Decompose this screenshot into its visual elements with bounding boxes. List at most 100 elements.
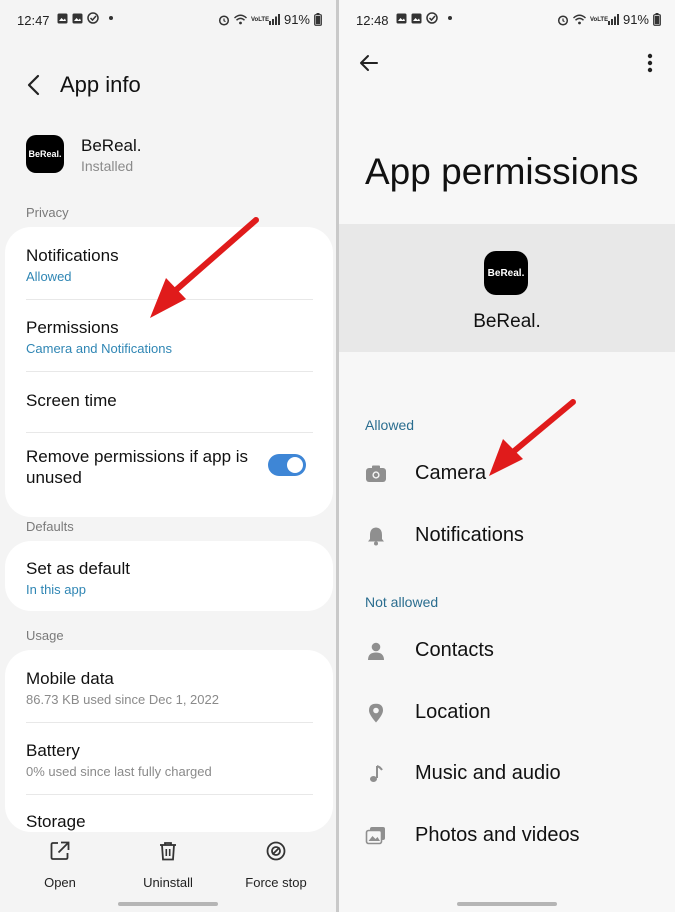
item-title: Screen time: [26, 391, 117, 410]
notification-icons: [396, 12, 452, 24]
item-subtitle: 86.73 KB used since Dec 1, 2022: [26, 692, 219, 707]
permission-contacts[interactable]: Contacts: [365, 633, 655, 669]
item-title: Notifications: [26, 246, 119, 265]
battery-percent: 91%: [622, 12, 649, 27]
app-logo: BeReal.: [484, 251, 528, 295]
permission-camera[interactable]: Camera: [365, 456, 655, 492]
battery-percent: 91%: [283, 12, 310, 27]
more-options-icon[interactable]: [647, 53, 653, 73]
divider: [26, 371, 313, 372]
music-note-icon: [365, 764, 387, 784]
gallery-notification-icon: [411, 13, 422, 24]
permissions-item[interactable]: Permissions Camera and Notifications: [26, 317, 313, 357]
notification-icons: [57, 12, 113, 24]
toggle-knob: [287, 457, 303, 473]
permission-music-audio[interactable]: Music and audio: [365, 756, 655, 792]
section-label-not-allowed: Not allowed: [365, 594, 439, 610]
page-title: App permissions: [365, 151, 639, 192]
permission-photos-videos[interactable]: Photos and videos: [365, 818, 655, 854]
section-label-defaults: Defaults: [26, 519, 74, 534]
permission-notifications[interactable]: Notifications: [365, 518, 655, 554]
storage-item[interactable]: Storage: [26, 811, 313, 832]
permission-label: Music and audio: [415, 762, 561, 784]
permission-label: Location: [415, 701, 491, 723]
defaults-card: Set as default In this app: [5, 541, 333, 611]
status-bar: 12:48 VoLTE 91%: [339, 0, 675, 40]
gesture-nav-pill[interactable]: [118, 902, 218, 906]
app-header-band: BeReal. BeReal.: [339, 224, 675, 352]
battery-item[interactable]: Battery 0% used since last fully charged: [26, 740, 313, 780]
app-info-screen: 12:47 VoLTE 91% App info BeReal. BeReal.…: [0, 0, 336, 912]
remove-unused-permissions-item[interactable]: Remove permissions if app is unused: [26, 446, 253, 488]
open-button[interactable]: Open: [15, 840, 105, 890]
photos-icon: [365, 826, 387, 846]
alarm-icon: [557, 14, 569, 26]
signal-icon: [268, 14, 280, 25]
uninstall-button[interactable]: Uninstall: [123, 840, 213, 890]
page-title: App info: [60, 72, 141, 97]
button-label: Uninstall: [143, 875, 193, 890]
permission-label: Contacts: [415, 639, 494, 661]
divider: [26, 722, 313, 723]
person-icon: [365, 641, 387, 661]
item-title: Battery: [26, 741, 80, 760]
force-stop-button[interactable]: Force stop: [231, 840, 321, 890]
status-time: 12:47: [17, 13, 50, 28]
app-install-status: Installed: [81, 158, 134, 174]
wifi-icon: [233, 14, 247, 25]
app-logo: BeReal.: [26, 135, 64, 173]
bell-icon: [365, 526, 387, 546]
item-subtitle: In this app: [26, 582, 86, 597]
system-icons: VoLTE 91%: [557, 12, 661, 27]
battery-icon: [314, 13, 322, 26]
item-subtitle: Camera and Notifications: [26, 341, 172, 356]
section-label-usage: Usage: [26, 628, 64, 643]
network-type: VoLTE: [250, 16, 270, 23]
battery-icon: [653, 13, 661, 26]
check-circle-icon: [426, 12, 438, 24]
item-title: Set as default: [26, 559, 130, 578]
open-external-icon: [49, 840, 71, 862]
permission-label: Photos and videos: [415, 824, 580, 846]
set-as-default-item[interactable]: Set as default In this app: [26, 558, 313, 598]
permission-location[interactable]: Location: [365, 695, 655, 731]
back-arrow-icon[interactable]: [359, 53, 379, 73]
check-circle-icon: [87, 12, 99, 24]
alarm-icon: [218, 14, 230, 26]
app-name: BeReal.: [473, 311, 541, 332]
button-label: Open: [44, 875, 76, 890]
permission-label: Camera: [415, 462, 487, 484]
app-permissions-screen: 12:48 VoLTE 91% App permissions BeReal. …: [339, 0, 675, 912]
gallery-notification-icon: [396, 13, 407, 24]
signal-icon: [607, 14, 619, 25]
remove-unused-toggle[interactable]: [268, 454, 306, 476]
item-subtitle: Allowed: [26, 269, 72, 284]
gallery-notification-icon: [57, 13, 68, 24]
network-type: VoLTE: [589, 16, 609, 23]
system-icons: VoLTE 91%: [218, 12, 322, 27]
item-subtitle: 0% used since last fully charged: [26, 764, 212, 779]
force-stop-icon: [265, 840, 287, 862]
back-chevron-icon[interactable]: [26, 73, 42, 97]
section-label-privacy: Privacy: [26, 205, 69, 220]
section-label-allowed: Allowed: [365, 417, 415, 433]
screen-time-item[interactable]: Screen time: [26, 390, 313, 411]
permission-label: Notifications: [415, 524, 524, 546]
item-title: Permissions: [26, 318, 119, 337]
gesture-nav-pill[interactable]: [457, 902, 557, 906]
button-label: Force stop: [245, 875, 307, 890]
status-bar: 12:47 VoLTE 91%: [0, 0, 336, 40]
item-title: Mobile data: [26, 669, 114, 688]
divider: [26, 794, 313, 795]
notifications-item[interactable]: Notifications Allowed: [26, 245, 313, 285]
usage-card: Mobile data 86.73 KB used since Dec 1, 2…: [5, 650, 333, 832]
location-pin-icon: [365, 703, 387, 723]
status-time: 12:48: [356, 13, 389, 28]
item-title: Remove permissions if app is unused: [26, 447, 249, 487]
mobile-data-item[interactable]: Mobile data 86.73 KB used since Dec 1, 2…: [26, 668, 313, 708]
divider: [26, 432, 313, 433]
item-title: Storage: [26, 812, 86, 831]
privacy-card: Notifications Allowed Permissions Camera…: [5, 227, 333, 517]
trash-icon: [157, 840, 179, 862]
divider: [26, 299, 313, 300]
